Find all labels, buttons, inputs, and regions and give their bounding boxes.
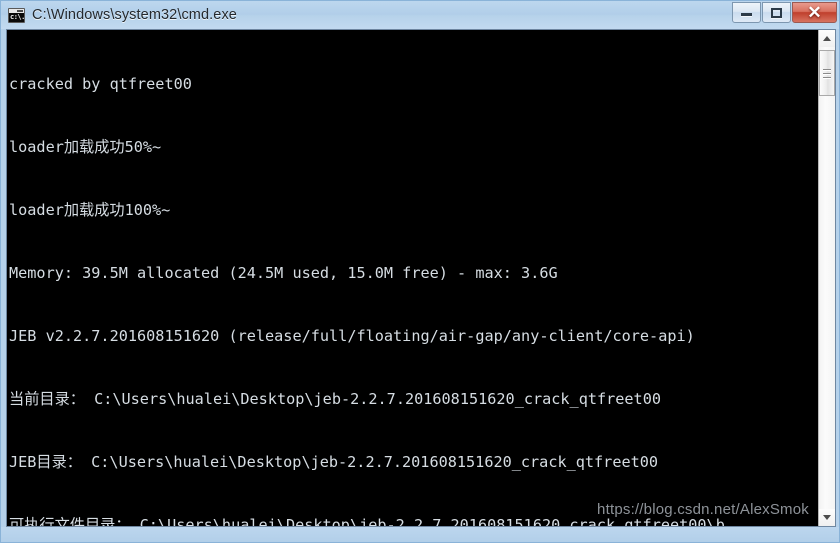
grip-line [823, 72, 831, 74]
console-text: cracked by qtfreet00 loader加载成功50%~ load… [9, 32, 809, 526]
console-line: JEB目录： C:\Users\hualei\Desktop\jeb-2.2.7… [9, 453, 659, 471]
chevron-up-icon [823, 36, 831, 41]
console-line: 当前目录： C:\Users\hualei\Desktop\jeb-2.2.7.… [9, 390, 661, 408]
minimize-button[interactable] [732, 2, 761, 23]
icon-prompt-glyph: c:\. [10, 12, 25, 21]
scrollbar-thumb[interactable] [819, 50, 835, 96]
window-titlebar[interactable]: c:\. C:\Windows\system32\cmd.exe ✕ [1, 1, 839, 29]
window-controls: ✕ [731, 2, 837, 23]
console-line: loader加载成功100%~ [9, 201, 171, 219]
minimize-icon [741, 13, 752, 16]
console-line: Memory: 39.5M allocated (24.5M used, 15.… [9, 264, 558, 282]
chevron-down-icon [823, 515, 831, 520]
console-line: cracked by qtfreet00 [9, 75, 192, 93]
grip-line [823, 68, 831, 70]
console-scrollbar[interactable] [818, 30, 835, 526]
console-line: JEB v2.2.7.201608151620 (release/full/fl… [9, 327, 695, 345]
console-output-area[interactable]: cracked by qtfreet00 loader加载成功50%~ load… [6, 29, 836, 527]
grip-line [823, 76, 831, 78]
close-button[interactable]: ✕ [792, 2, 837, 23]
window-bottom-frame [1, 527, 839, 542]
window-title: C:\Windows\system32\cmd.exe [32, 7, 237, 23]
maximize-button[interactable] [762, 2, 791, 23]
cmd-console-icon: c:\. [8, 7, 25, 23]
cmd-window: c:\. C:\Windows\system32\cmd.exe ✕ crack… [0, 0, 840, 543]
console-line: loader加载成功50%~ [9, 138, 162, 156]
scroll-up-button[interactable] [819, 30, 835, 47]
close-icon: ✕ [807, 3, 822, 22]
maximize-icon [771, 7, 782, 18]
blog-watermark: https://blog.csdn.net/AlexSmok [597, 501, 809, 518]
scroll-down-button[interactable] [819, 509, 835, 526]
